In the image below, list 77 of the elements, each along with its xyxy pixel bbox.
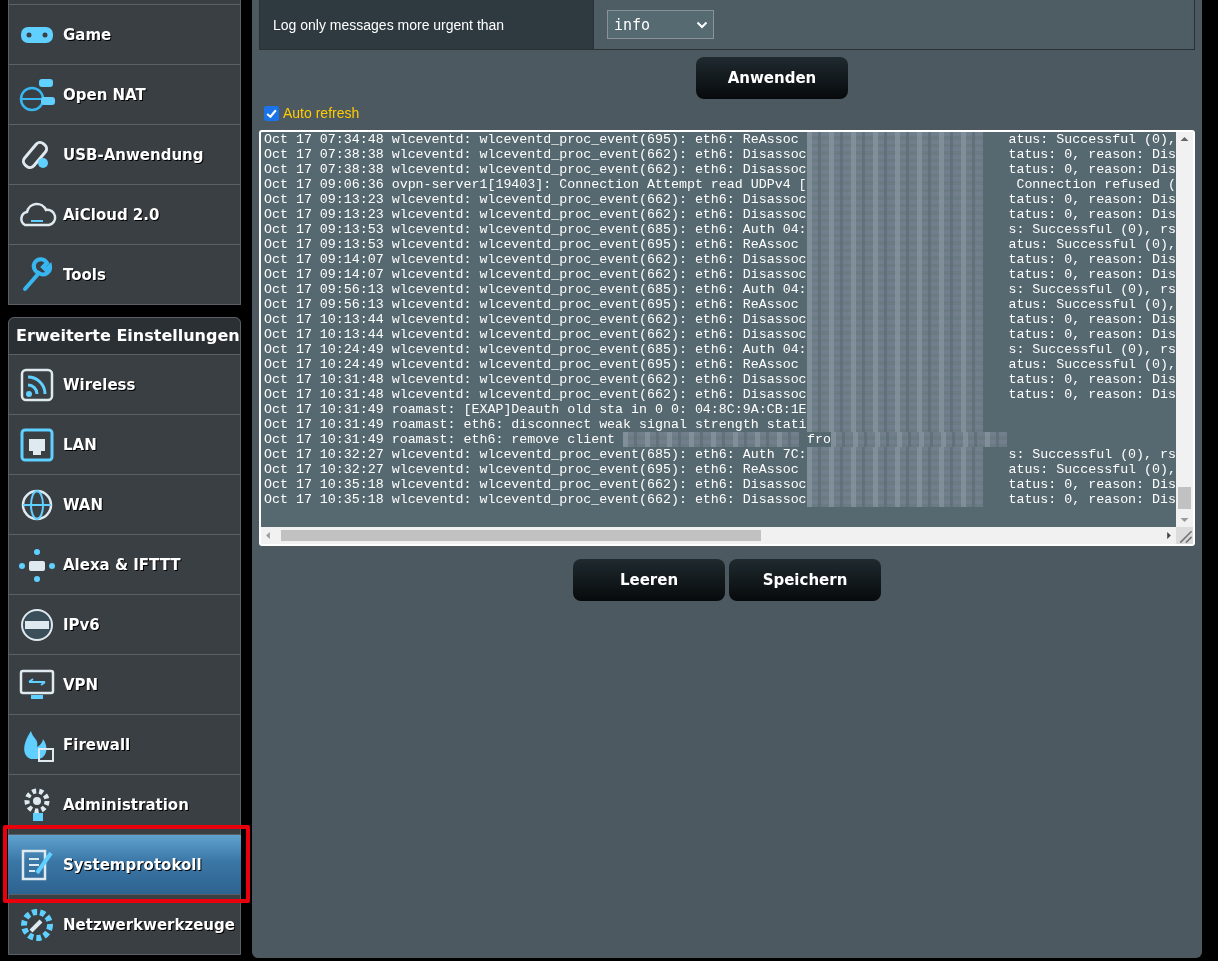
log-text: tatus: 0, reason: Dis [1008,192,1176,207]
log-text: Connection refused ( [1016,177,1176,192]
log-text: tatus: 0, reason: Dis [1008,207,1176,222]
log-text: Oct 17 07:38:38 wlceventd: wlceventd_proc_event(662): eth6: Disassoc [264,147,807,162]
menu-item[interactable]: Open NAT [9,64,240,124]
log-text: Oct 17 10:32:27 wlceventd: wlceventd_proc_event(695): eth6: ReAssoc [264,462,800,477]
log-text: Oct 17 10:13:44 wlceventd: wlceventd_proc_event(662): eth6: Disassoc [264,327,807,342]
log-text: s: Successful (0), rs [1008,222,1176,237]
vertical-scrollbar[interactable] [1176,132,1193,527]
log-text: Oct 17 09:13:53 wlceventd: wlceventd_proc_event(695): eth6: ReAssoc [264,237,800,252]
log-text: Oct 17 07:34:48 wlceventd: wlceventd_proc_event(695): eth6: ReAssoc [264,132,800,147]
log-text: Oct 17 10:31:49 roamast: eth6: disconnect weak signal strength stati [264,417,807,432]
log-text: Oct 17 10:35:18 wlceventd: wlceventd_proc_event(662): eth6: Disassoc [264,477,807,492]
log-text: Oct 17 07:38:38 wlceventd: wlceventd_proc_event(662): eth6: Disassoc [264,162,807,177]
log-textarea[interactable] [259,130,1195,546]
log-text: Oct 17 10:24:49 wlceventd: wlceventd_proc_event(695): eth6: ReAssoc [264,357,800,372]
auto-refresh-checkbox[interactable] [264,105,279,121]
horizontal-scrollbar[interactable] [261,527,1193,544]
checkbox-label: Auto refresh [283,105,360,121]
log-text: tatus: 0, reason: Dis [1008,372,1176,387]
log-text: Oct 17 10:31:49 roamast: [EXAP]Deauth old sta in 0 0: 04:8C:9A:CB:1E [264,402,807,417]
log-text: Oct 17 09:56:13 wlceventd: wlceventd_proc_event(695): eth6: ReAssoc [264,297,800,312]
log-text: s: Successful (0), rs [1008,282,1176,297]
log-text: tatus: 0, reason: Dis [1008,477,1176,492]
menu-item[interactable]: LAN [9,414,240,474]
section-title: Erweiterte Einstellungen [9,318,240,354]
log-text: Oct 17 10:13:44 wlceventd: wlceventd_proc_event(662): eth6: Disassoc [264,312,807,327]
log-text: tatus: 0, reason: Dis [1008,327,1176,342]
log-text: s: Successful (0), rs [1008,342,1176,357]
log-text: Oct 17 09:06:36 ovpn-server1[19403]: Connection Attempt read UDPv4 [ [264,177,807,192]
log-text: atus: Successful (0), [1008,132,1176,147]
log-text: atus: Successful (0), [1008,462,1176,477]
log-text: tatus: 0, reason: Dis [1008,492,1176,507]
log-text: tatus: 0, reason: Dis [1008,252,1176,267]
menu-item[interactable]: Wireless [9,354,240,414]
clear-button[interactable]: Leeren [573,559,725,601]
log-text: Oct 17 09:13:23 wlceventd: wlceventd_proc_event(662): eth6: Disassoc [264,207,807,222]
menu-item[interactable]: WAN [9,474,240,534]
scrollbar-thumb[interactable] [281,530,761,541]
menu-item[interactable]: Tools [9,244,240,304]
log-text: Oct 17 09:14:07 wlceventd: wlceventd_proc_event(662): eth6: Disassoc [264,252,807,267]
menu-item[interactable]: Alexa & IFTTT [9,534,240,594]
apply-button[interactable]: Anwenden [696,57,848,99]
menu-item[interactable]: AiCloud 2.0 [9,184,240,244]
log-text: tatus: 0, reason: Dis [1008,162,1176,177]
log-text: Oct 17 10:24:49 wlceventd: wlceventd_proc_event(685): eth6: Auth 04: [264,342,807,357]
save-button[interactable]: Speichern [729,559,881,601]
log-text: Oct 17 09:13:53 wlceventd: wlceventd_proc_event(685): eth6: Auth 04: [264,222,807,237]
log-level-select[interactable]: info [607,10,714,39]
scrollbar-thumb[interactable] [1178,487,1191,509]
log-text: Oct 17 09:56:13 wlceventd: wlceventd_proc_event(685): eth6: Auth 04: [264,282,807,297]
log-text: tatus: 0, reason: Dis [1008,312,1176,327]
log-text: Oct 17 10:31:49 roamast: eth6: remove client [264,432,617,447]
log-text: atus: Successful (0), [1008,357,1176,372]
log-text: Oct 17 10:31:48 wlceventd: wlceventd_proc_event(662): eth6: Disassoc [264,387,807,402]
log-text: tatus: 0, reason: Dis [1008,387,1176,402]
menu-item[interactable]: IPv6 [9,594,240,654]
log-text: s: Successful (0), rs [1008,447,1176,462]
log-text: atus: Successful (0), [1008,237,1176,252]
menu-item[interactable]: USB-Anwendung [9,124,240,184]
log-text: Oct 17 09:13:23 wlceventd: wlceventd_proc_event(662): eth6: Disassoc [264,192,807,207]
log-text: Oct 17 10:35:18 wlceventd: wlceventd_proc_event(662): eth6: Disassoc [264,492,807,507]
caret-icon [696,20,708,29]
resize-grip-icon[interactable] [1176,527,1193,544]
log-text: fro [806,432,831,447]
log-text: tatus: 0, reason: Dis [1008,147,1176,162]
menu-item[interactable]: Netzwerkwerkzeuge [9,894,240,954]
menu-item[interactable]: Game [9,4,240,64]
menu-item[interactable]: Firewall [9,714,240,774]
log-text: tatus: 0, reason: Dis [1008,267,1176,282]
setting-label: Log only messages more urgent than [260,0,594,49]
log-text: Oct 17 10:31:48 wlceventd: wlceventd_proc_event(662): eth6: Disassoc [264,372,807,387]
log-text: Oct 17 09:14:07 wlceventd: wlceventd_proc_event(662): eth6: Disassoc [264,267,807,282]
log-text: Oct 17 10:32:27 wlceventd: wlceventd_proc_event(685): eth6: Auth 7C: [264,447,807,462]
log-text: atus: Successful (0), [1008,297,1176,312]
menu-item[interactable]: VPN [9,654,240,714]
menu-item[interactable]: Systemprotokoll [8,834,241,894]
